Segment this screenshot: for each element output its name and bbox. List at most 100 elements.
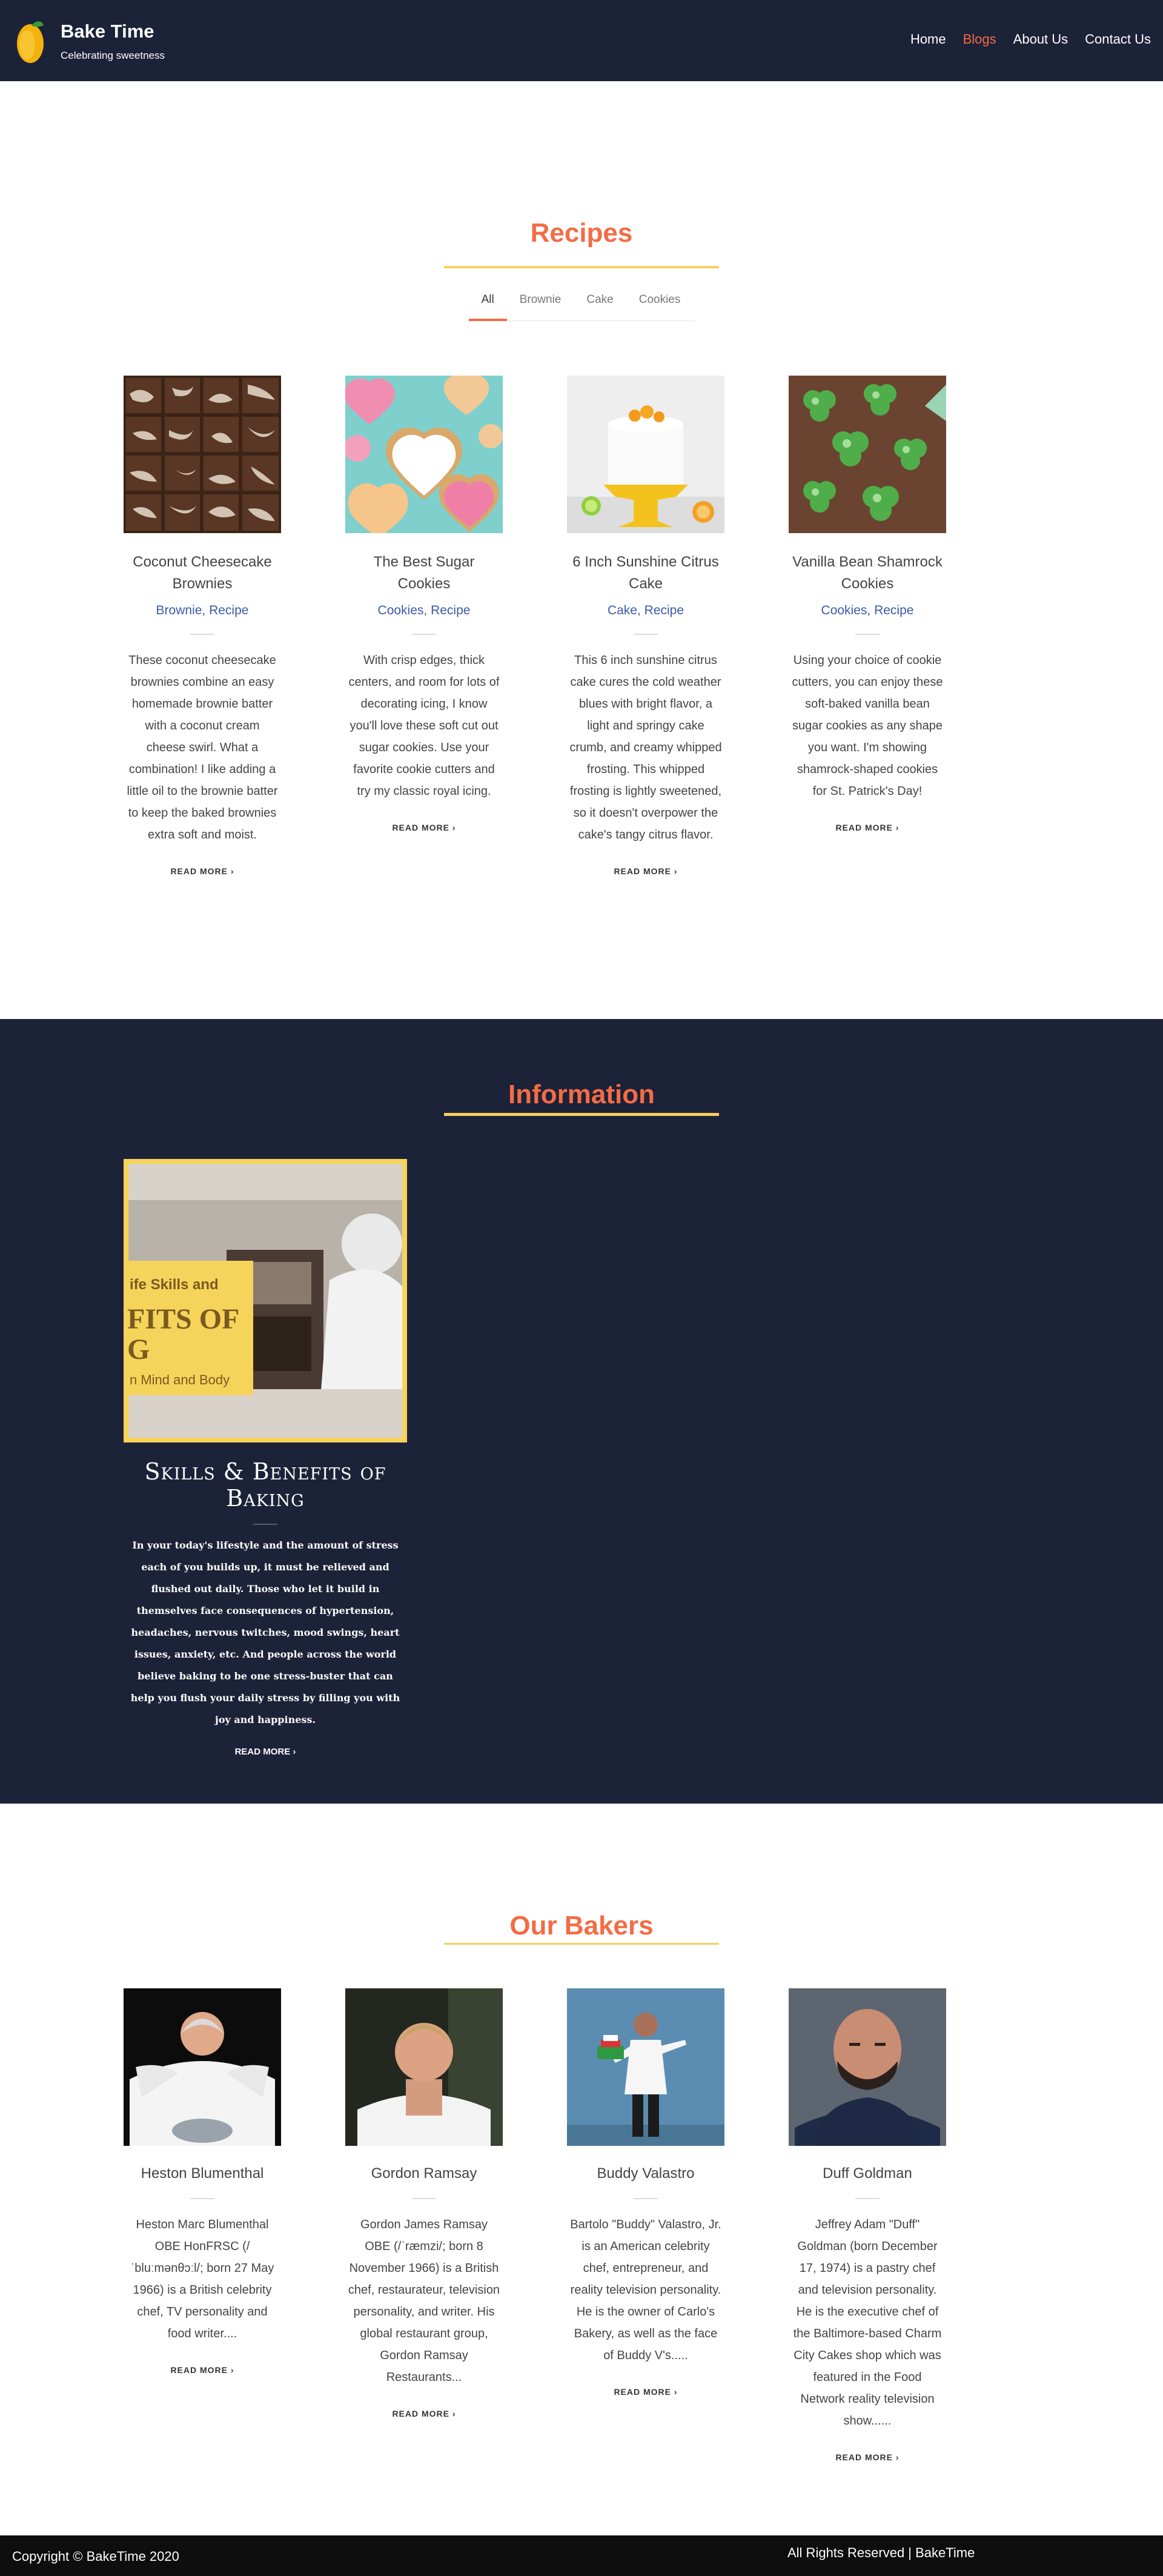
baker-name[interactable]: Gordon Ramsay [345,2165,503,2182]
baker-card: Buddy Valastro Bartolo "Buddy" Valastro,… [567,1988,724,2398]
filter-brownie[interactable]: Brownie [507,291,574,321]
divider [190,634,214,635]
category-link[interactable]: Brownie [156,603,202,617]
category-separator: , [867,603,875,617]
citrus-cake-image[interactable] [567,376,724,533]
information-title-underline [444,1113,719,1116]
recipes-title-underline [444,266,719,268]
baker-description: Bartolo "Buddy" Valastro, Jr. is an Amer… [570,2218,721,2362]
baker-name[interactable]: Duff Goldman [789,2165,946,2182]
baker-description: Heston Marc Blumenthal OBE HonFRSC (/ ˈb… [130,2218,274,2340]
bakers-title-underline [444,1943,719,1945]
nav-contact-us[interactable]: Contact Us [1085,32,1151,47]
baker-name[interactable]: Heston Blumenthal [124,2165,281,2182]
divider [253,1524,277,1525]
baker-description: Jeffrey Adam "Duff" Goldman (born Decemb… [793,2218,942,2428]
baker-card: Heston Blumenthal Heston Marc Blumenthal… [124,1988,281,2376]
recipe-description: These coconut cheesecake brownies combin… [127,654,278,842]
image-caption-line3: G [127,1333,150,1366]
category-link[interactable]: Recipe [644,603,684,617]
information-title: Information [508,1080,655,1109]
recipe-description: With crisp edges, thick centers, and roo… [348,654,500,798]
read-more-link[interactable]: READ MORE › [392,2409,456,2418]
category-link[interactable]: Recipe [209,603,248,617]
recipe-description: This 6 inch sunshine citrus cake cures t… [569,654,722,842]
bakers-section: Our Bakers Heston Blumenthal Heston Marc… [0,1804,1163,2535]
information-section: Information ife Skills and FITS OF G n M… [0,1019,1163,1804]
recipe-title[interactable]: Vanilla Bean Shamrock Cookies [789,551,946,595]
site-footer: Copyright © BakeTime 2020 All Rights Res… [0,2535,1163,2576]
info-card: ife Skills and FITS OF G n Mind and Body… [124,1159,407,1758]
image-caption-line4: n Mind and Body [130,1372,230,1387]
brownies-image[interactable] [124,376,281,533]
read-more-link[interactable]: READ MORE › [392,823,456,832]
category-link[interactable]: Cookies [378,603,424,617]
baker-card: Duff Goldman Jeffrey Adam "Duff" Goldman… [789,1988,946,2463]
bakers-title: Our Bakers [509,1911,654,1940]
recipe-card: Coconut Cheesecake Brownies Brownie, Rec… [124,376,281,877]
recipes-section: Recipes All Brownie Cake Cookies Coconut… [0,81,1163,1019]
category-separator: , [637,603,644,617]
recipe-categories: Brownie, Recipe [124,603,281,618]
read-more-link[interactable]: READ MORE › [835,823,899,832]
footer-copyright: Copyright © BakeTime 2020 [12,2549,179,2564]
divider [855,634,880,635]
buddy-valastro-photo[interactable] [567,1988,724,2146]
category-link[interactable]: Recipe [431,603,470,617]
filter-cake[interactable]: Cake [574,291,626,321]
image-caption-line1: ife Skills and [130,1276,219,1293]
read-more-link[interactable]: READ MORE › [235,1747,296,1757]
recipe-card: The Best Sugar Cookies Cookies, Recipe W… [345,376,503,834]
recipe-description: Using your choice of cookie cutters, you… [792,654,943,798]
category-link[interactable]: Cake [608,603,637,617]
divider [412,2198,436,2199]
baker-name[interactable]: Buddy Valastro [567,2165,724,2182]
heston-blumenthal-photo[interactable] [124,1988,281,2146]
recipe-filter-tabs: All Brownie Cake Cookies [466,291,695,321]
recipe-title[interactable]: The Best Sugar Cookies [345,551,503,595]
footer-rights: All Rights Reserved | BakeTime [787,2545,975,2560]
image-caption-line2: FITS OF [127,1303,239,1335]
recipe-categories: Cookies, Recipe [789,603,946,618]
read-more-link[interactable]: READ MORE › [614,866,677,876]
nav-about-us[interactable]: About Us [1013,32,1069,47]
recipe-categories: Cookies, Recipe [345,603,503,618]
gordon-ramsay-photo[interactable] [345,1988,503,2146]
recipe-card: 6 Inch Sunshine Citrus Cake Cake, Recipe… [567,376,724,877]
divider [634,634,658,635]
baker-card: Gordon Ramsay Gordon James Ramsay OBE (/… [345,1988,503,2420]
divider [190,2198,214,2199]
brand-tagline: Celebrating sweetness [61,50,165,61]
read-more-link[interactable]: READ MORE › [170,2365,234,2375]
brand: Bake Time Celebrating sweetness [61,21,165,62]
site-header: Bake Time Celebrating sweetness Home Blo… [0,0,1163,81]
category-separator: , [202,603,210,617]
recipe-categories: Cake, Recipe [567,603,724,618]
nav-blogs[interactable]: Blogs [963,32,996,47]
nav-home[interactable]: Home [910,32,946,47]
read-more-link[interactable]: READ MORE › [614,2387,677,2397]
category-link[interactable]: Cookies [821,603,867,617]
divider [634,2198,658,2199]
brand-name: Bake Time [61,21,154,42]
recipes-title: Recipes [530,218,633,248]
sugar-cookies-image[interactable] [345,376,503,533]
mango-logo-icon [17,21,44,63]
logo[interactable]: Bake Time Celebrating sweetness [16,18,165,64]
read-more-link[interactable]: READ MORE › [170,866,234,876]
info-card-title[interactable]: Skills & Benefits of Baking [124,1458,407,1512]
read-more-link[interactable]: READ MORE › [835,2452,899,2462]
main-nav: Home Blogs About Us Contact Us [893,32,1151,47]
baking-benefits-image[interactable]: ife Skills and FITS OF G n Mind and Body [124,1159,407,1442]
recipe-title[interactable]: 6 Inch Sunshine Citrus Cake [567,551,724,595]
filter-cookies[interactable]: Cookies [626,291,694,321]
category-separator: , [423,603,431,617]
divider [855,2198,880,2199]
category-link[interactable]: Recipe [874,603,913,617]
info-card-description: In your today's lifestyle and the amount… [130,1539,400,1725]
divider [412,634,436,635]
duff-goldman-photo[interactable] [789,1988,946,2146]
recipe-title[interactable]: Coconut Cheesecake Brownies [124,551,281,595]
shamrock-cookies-image[interactable] [789,376,946,533]
filter-all[interactable]: All [468,291,507,321]
